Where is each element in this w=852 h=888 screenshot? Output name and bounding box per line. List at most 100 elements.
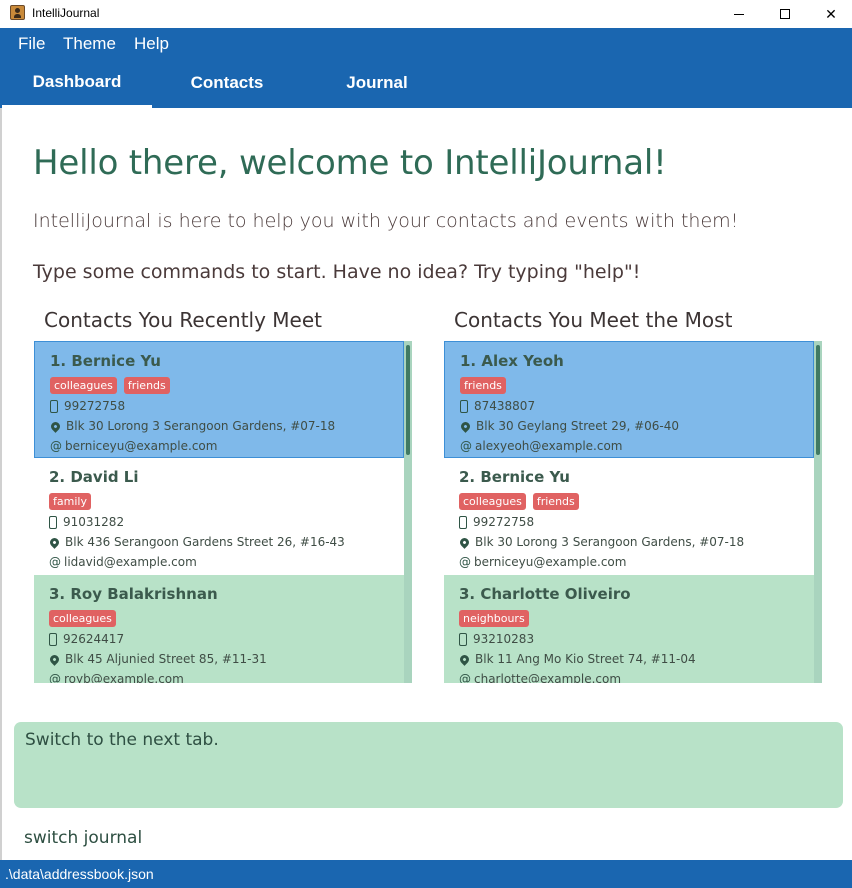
contact-address: Blk 436 Serangoon Gardens Street 26, #16… [65, 535, 345, 549]
intro-hint: Type some commands to start. Have no ide… [33, 261, 641, 283]
command-input[interactable] [14, 823, 843, 853]
result-text: Switch to the next tab. [25, 730, 219, 750]
contact-address: Blk 11 Ang Mo Kio Street 74, #11-04 [475, 652, 696, 666]
contact-email: royb@example.com [64, 672, 184, 683]
tab-journal[interactable]: Journal [302, 58, 452, 108]
contact-card[interactable]: 3. Roy Balakrishnan colleagues 92624417 Blk… [34, 575, 404, 683]
phone-icon [50, 399, 58, 413]
contact-card[interactable]: 1. Alex Yeoh friends 87438807 Blk 30 Geylan… [444, 341, 814, 458]
phone-icon [49, 632, 57, 646]
contact-address: Blk 30 Lorong 3 Serangoon Gardens, #07-1… [66, 419, 336, 433]
at-sign-icon: @ [459, 672, 471, 683]
contact-email-row: @ alexyeoh@example.com [460, 439, 623, 453]
most-contacts-list[interactable]: 3. Charlotte Oliveiro neighbours 93210283 B… [444, 341, 822, 683]
location-pin-icon [48, 652, 61, 666]
contact-address-row: Blk 30 Lorong 3 Serangoon Gardens, #07-1… [458, 535, 745, 549]
contact-email: alexyeoh@example.com [475, 439, 623, 453]
menu-help[interactable]: Help [134, 34, 169, 54]
status-bar: .\data\addressbook.json [0, 860, 852, 888]
window-edge [0, 108, 2, 860]
contact-phone: 99272758 [473, 515, 535, 529]
contact-phone: 92624417 [63, 632, 125, 646]
close-button[interactable]: ✕ [808, 0, 852, 28]
minimize-icon [734, 13, 744, 15]
menu-file[interactable]: File [18, 34, 45, 54]
location-pin-icon [458, 652, 471, 666]
at-sign-icon: @ [49, 555, 61, 569]
contact-email-row: @ royb@example.com [49, 672, 184, 683]
recent-contacts-list[interactable]: 3. Roy Balakrishnan colleagues 92624417 Blk… [34, 341, 412, 683]
intro-text: IntelliJournal is here to help you with … [33, 210, 739, 232]
contact-email-row: @ berniceyu@example.com [50, 439, 217, 453]
minimize-button[interactable] [716, 0, 762, 28]
tag-badge: friends [123, 377, 170, 394]
phone-icon [49, 515, 57, 529]
contact-address-row: Blk 436 Serangoon Gardens Street 26, #16… [48, 535, 345, 549]
contact-phone-row: 91031282 [49, 515, 124, 529]
recent-contacts-title: Contacts You Recently Meet [44, 308, 322, 332]
contact-phone-row: 99272758 [459, 515, 534, 529]
contact-phone: 93210283 [473, 632, 535, 646]
tag-badge: family [49, 493, 91, 510]
contact-phone: 91031282 [63, 515, 125, 529]
phone-icon [460, 399, 468, 413]
scrollbar[interactable] [404, 341, 412, 683]
location-pin-icon [459, 419, 472, 433]
phone-icon [459, 632, 467, 646]
tag-list: colleagues friends [50, 377, 170, 394]
contact-name: 1. Alex Yeoh [460, 352, 564, 370]
tag-badge: neighbours [459, 610, 529, 627]
most-contacts-title: Contacts You Meet the Most [454, 308, 733, 332]
phone-icon [459, 515, 467, 529]
contact-email-row: @ lidavid@example.com [49, 555, 197, 569]
close-icon: ✕ [825, 5, 837, 22]
contact-phone-row: 93210283 [459, 632, 534, 646]
contact-phone-row: 99272758 [50, 399, 125, 413]
tag-badge: colleagues [50, 377, 117, 394]
contact-address: Blk 30 Lorong 3 Serangoon Gardens, #07-1… [475, 535, 745, 549]
contact-phone: 87438807 [474, 399, 536, 413]
contact-card[interactable]: 3. Charlotte Oliveiro neighbours 93210283 B… [444, 575, 814, 683]
contact-card[interactable]: 2. David Li family 91031282 Blk 436 Serango… [34, 458, 404, 575]
contact-phone-row: 92624417 [49, 632, 124, 646]
tag-list: colleagues friends [459, 493, 579, 510]
app-icon [10, 5, 25, 20]
contact-card[interactable]: 2. Bernice Yu colleagues friends 99272758 Bl… [444, 458, 814, 575]
title-bar: IntelliJournal ✕ [0, 0, 852, 28]
contact-address-row: Blk 45 Aljunied Street 85, #11-31 [48, 652, 267, 666]
tag-list: family [49, 493, 91, 510]
tag-list: friends [460, 377, 506, 394]
contact-address: Blk 30 Geylang Street 29, #06-40 [476, 419, 680, 433]
save-location: .\data\addressbook.json [5, 866, 154, 882]
scrollbar-thumb[interactable] [406, 345, 410, 455]
contact-address-row: Blk 30 Geylang Street 29, #06-40 [459, 419, 680, 433]
tag-badge: colleagues [49, 610, 116, 627]
contact-address-row: Blk 30 Lorong 3 Serangoon Gardens, #07-1… [49, 419, 336, 433]
maximize-button[interactable] [762, 0, 808, 28]
contact-email: lidavid@example.com [64, 555, 197, 569]
scrollbar[interactable] [814, 341, 822, 683]
tag-list: neighbours [459, 610, 529, 627]
location-pin-icon [458, 535, 471, 549]
contact-email-row: @ charlotte@example.com [459, 672, 621, 683]
contact-name: 3. Charlotte Oliveiro [459, 585, 631, 603]
tag-badge: friends [532, 493, 579, 510]
at-sign-icon: @ [50, 439, 62, 453]
contact-name: 1. Bernice Yu [50, 352, 161, 370]
tag-badge: friends [460, 377, 506, 394]
contact-phone-row: 87438807 [460, 399, 535, 413]
location-pin-icon [48, 535, 61, 549]
tab-bar: Dashboard Contacts Journal [0, 58, 852, 108]
contact-email: charlotte@example.com [474, 672, 622, 683]
contact-email: berniceyu@example.com [65, 439, 218, 453]
contact-card[interactable]: 1. Bernice Yu colleagues friends 99272758 Bl… [34, 341, 404, 458]
tag-badge: colleagues [459, 493, 526, 510]
tab-contacts[interactable]: Contacts [152, 58, 302, 108]
contact-name: 2. David Li [49, 468, 139, 486]
contact-name: 3. Roy Balakrishnan [49, 585, 218, 603]
scrollbar-thumb[interactable] [816, 345, 820, 455]
tab-dashboard[interactable]: Dashboard [2, 58, 152, 108]
menu-bar: File Theme Help [0, 28, 852, 58]
menu-theme[interactable]: Theme [63, 34, 116, 54]
maximize-icon [780, 9, 790, 19]
